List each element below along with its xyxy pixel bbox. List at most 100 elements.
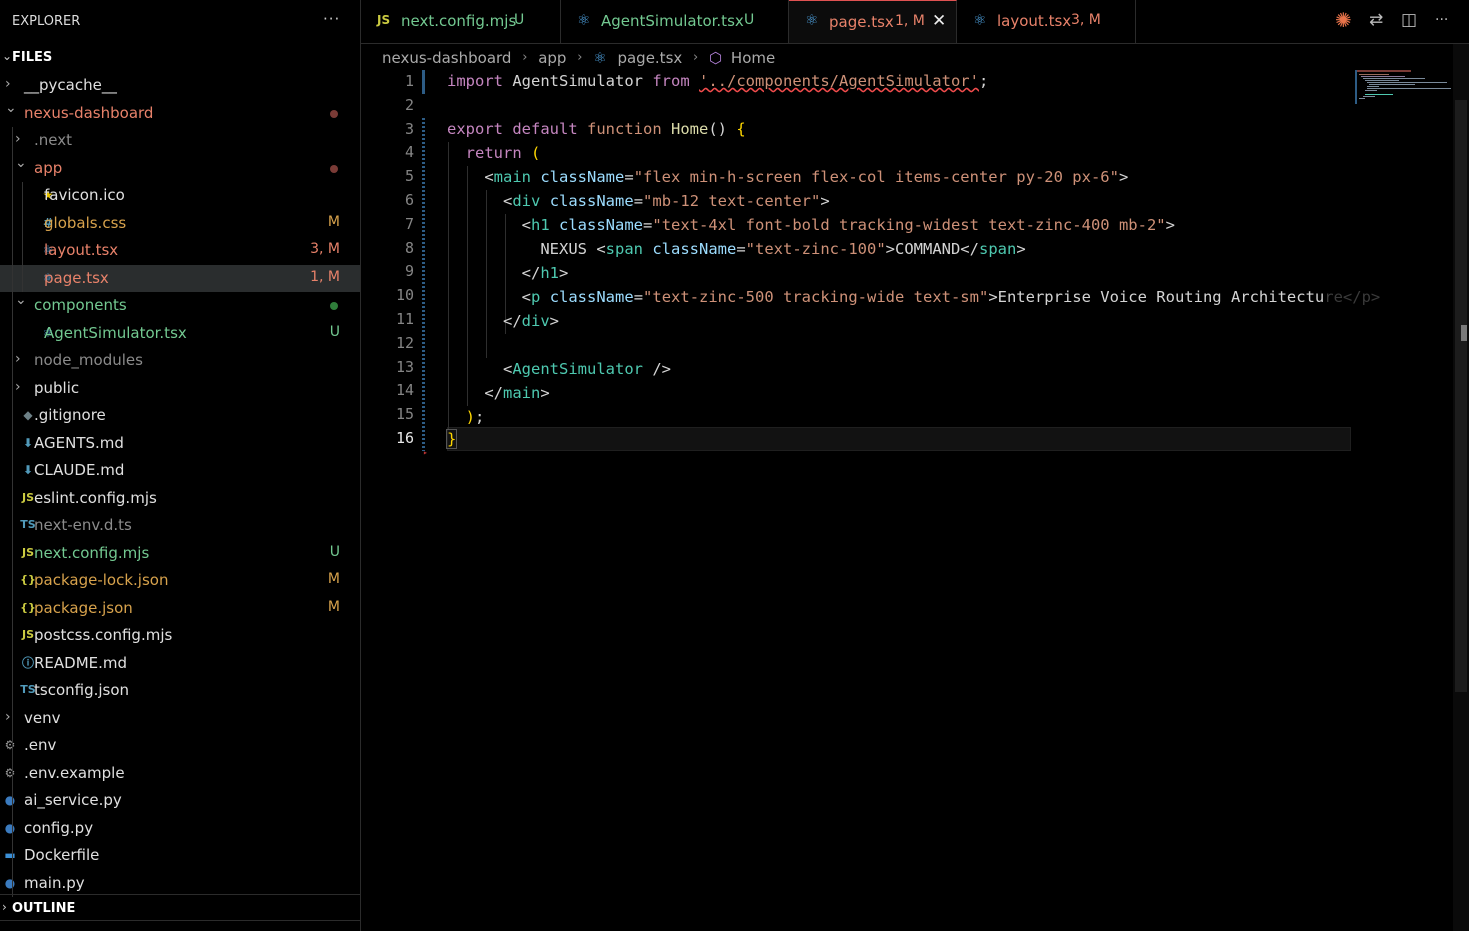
explorer-sidebar: EXPLORER ··· ⌄ FILES › __pycache__ ⌄ nexus-… [0,0,361,931]
folder-item[interactable]: › venv [0,705,360,732]
git-status-badge: 3, M [310,241,340,257]
tree-item-label: README.md [34,653,128,672]
code-line-8: NEXUS <span className="text-zinc-100">CO… [540,240,1026,258]
breadcrumb-item[interactable]: Home [731,49,775,67]
close-icon[interactable]: ✕ [932,11,946,31]
git-status-badge: 1, M [310,268,340,285]
folder-item[interactable]: › __pycache__ [0,72,360,99]
git-status-badge: U [329,323,340,340]
git-change-marker [422,118,425,451]
folder-item[interactable]: › .next [0,127,360,154]
current-line-highlight [447,427,1351,451]
code-line-11: </div> [503,312,560,330]
files-section-header[interactable]: ⌄ FILES [0,45,360,71]
tree-item-label: venv [24,708,61,727]
file-item[interactable]: JS eslint.config.mjs [0,485,360,512]
tree-item-label: .next [34,131,72,149]
tab-layout-tsx[interactable]: ⚛ layout.tsx 3, M [957,0,1136,43]
tree-item-label: package-lock.json [34,571,169,589]
chevron-down-icon: ⌄ [5,99,17,116]
file-item[interactable]: ★ favicon.ico [0,182,360,209]
file-item[interactable]: ◆ .gitignore [0,402,360,429]
chevron-right-icon: › [5,708,11,725]
line-number: 6 [404,191,414,209]
file-item[interactable]: ▬ Dockerfile [0,842,360,869]
tab-next-config[interactable]: JS next.config.mjs U [361,0,561,43]
chevron-right-icon: › [577,50,583,65]
file-item[interactable]: ● ai_service.py [0,787,360,814]
folder-item[interactable]: ⌄ app [0,155,360,182]
scrollbar-marker [1461,325,1467,341]
line-number: 4 [404,143,414,162]
tab-page-tsx[interactable]: ⚛ page.tsx 1, M ✕ [789,0,957,43]
docker-icon: ▬ [4,848,16,862]
code-line-16: } [445,429,458,449]
file-item[interactable]: ⚛ page.tsx 1, M [0,264,360,292]
tree-item-label: globals.css [44,213,127,232]
folder-item[interactable]: › node_modules [0,347,360,374]
tree-item-label: nexus-dashboard [24,103,154,122]
indent-guide [12,127,13,897]
react-icon: ⚛ [973,11,987,29]
status-dot [330,302,338,310]
file-item[interactable]: ⓘ README.md [0,650,360,677]
python-icon: ● [4,820,16,835]
minimap[interactable] [1355,70,1453,110]
line-number: 8 [404,238,414,257]
code-line-6: <div className="mb-12 text-center"> [503,192,830,210]
file-item[interactable]: ● config.py [0,815,360,842]
tree-item-label: __pycache__ [24,76,117,94]
tree-item-label: main.py [24,873,85,892]
tree-item-label: next-env.d.ts [34,516,132,534]
tab-status: 3, M [1071,12,1101,28]
more-actions-icon[interactable]: ··· [323,10,340,28]
tree-item-label: .env.example [24,763,125,782]
file-item[interactable]: ⚙ .env [0,732,360,759]
tree-item-label: postcss.config.mjs [34,626,173,644]
file-item[interactable]: ⬇ AGENTS.md [0,430,360,457]
symbol-method-icon: ⬡ [709,48,723,67]
file-item[interactable]: TS next-env.d.ts [0,512,360,539]
folder-item[interactable]: ⌄ components [0,292,360,319]
git-status-badge: M [327,213,340,230]
tree-item-label: page.tsx [44,268,109,287]
tree-item-label: package.json [34,598,133,617]
line-number: 11 [395,310,414,328]
breadcrumb-item[interactable]: page.tsx [617,49,682,67]
indent-guide [22,182,23,292]
file-item[interactable]: {} package-lock.json M [0,567,360,594]
scrollbar-thumb[interactable] [1455,100,1467,692]
file-item[interactable]: ⚛ AgentSimulator.tsx U [0,320,360,347]
file-item[interactable]: # globals.css M [0,210,360,237]
tab-label: AgentSimulator.tsx [601,12,744,30]
tree-item-label: .gitignore [34,406,106,424]
file-item[interactable]: TS tsconfig.json [0,677,360,704]
tree-item-label: AGENTS.md [34,433,124,452]
file-item[interactable]: JS postcss.config.mjs [0,622,360,649]
code-line-4: return ( [465,144,541,162]
split-editor-icon[interactable]: ◫ [1401,10,1417,30]
file-item[interactable]: {} package.json M [0,595,360,622]
outline-section-header[interactable]: › OUTLINE [0,894,360,921]
file-item[interactable]: ⚙ .env.example [0,760,360,787]
file-item[interactable]: ● main.py [0,870,360,897]
tab-status: U [744,12,755,28]
chevron-right-icon: › [5,76,11,92]
breadcrumb-item[interactable]: nexus-dashboard [382,49,511,67]
claude-icon[interactable]: ✺ [1335,8,1352,32]
more-actions-icon[interactable]: ··· [1435,12,1448,28]
compare-changes-icon[interactable]: ⇄ [1369,10,1383,30]
code-editor[interactable]: 1 2 3 4 5 6 7 8 9 10 11 12 13 14 15 16 import AgentSimu… [361,70,1453,931]
chevron-right-icon: › [15,378,21,395]
folder-item[interactable]: ⌄ nexus-dashboard [0,100,360,127]
code-line-5: <main className="flex min-h-screen flex-… [484,168,1129,186]
file-item[interactable]: ⚛ layout.tsx 3, M [0,237,360,264]
breadcrumb-item[interactable]: app [538,49,566,67]
folder-item[interactable]: › public [0,375,360,402]
react-icon: ⚛ [577,11,591,29]
tree-item-label: tsconfig.json [34,681,130,699]
tab-agent-simulator[interactable]: ⚛ AgentSimulator.tsx U [561,0,789,43]
code-line-3: export default function Home() { [447,120,746,138]
file-item[interactable]: ⬇ CLAUDE.md [0,457,360,484]
file-item[interactable]: JS next.config.mjs U [0,540,360,567]
